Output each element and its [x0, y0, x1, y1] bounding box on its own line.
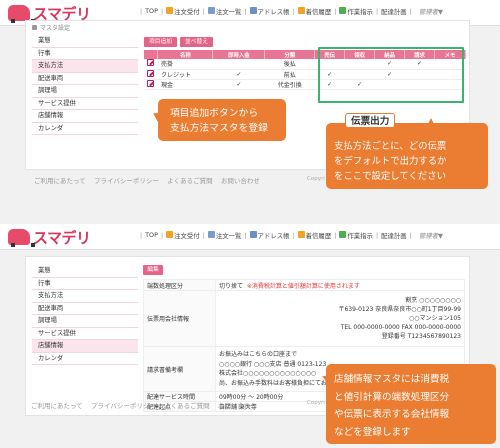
- sidebar-item-payment[interactable]: 支払方法: [32, 290, 138, 303]
- card-title: マスタ設定: [32, 23, 70, 32]
- footer-link-contact[interactable]: お問い合わせ: [221, 177, 260, 185]
- nav-order-receive[interactable]: 注文受付: [174, 231, 200, 240]
- sidebar-item-event[interactable]: 行事: [32, 47, 138, 60]
- nav-top[interactable]: TOP: [145, 231, 158, 240]
- nav-top[interactable]: TOP: [145, 7, 158, 16]
- sidebar-item-business-type[interactable]: 業態: [32, 35, 138, 48]
- table-row: 伝票用会社情報 割烹 ○○○○○○○○ 〒639-0123 奈良県奈良市○○町1…: [143, 290, 465, 347]
- sidebar-item-payment[interactable]: 支払方法: [32, 60, 138, 73]
- edit-icon[interactable]: [147, 79, 155, 87]
- car-logo-icon: [8, 229, 35, 247]
- user-menu[interactable]: 管理者▼: [419, 7, 443, 16]
- main-nav: | TOP | 注文受付 | 注文一覧 | アドレス帳 | 着信履歴 | 作業指示 | 配達計…: [140, 231, 443, 240]
- footer-links: ご利用にあたって プライバシーポリシー よくあるご質問 お問い合わせ: [34, 175, 260, 185]
- sidebar-item-vehicle[interactable]: 配送車両: [32, 302, 138, 315]
- footer-links: ご利用にあたって プライバシーポリシー よくあるご質問 お問い合わせ: [31, 400, 257, 410]
- sidebar-item-kitchen[interactable]: 調理場: [32, 315, 138, 328]
- nav-order-list[interactable]: 注文一覧: [216, 231, 242, 240]
- nav-work-instructions[interactable]: 作業指示: [347, 7, 373, 16]
- footer-link-privacy[interactable]: プライバシーポリシー: [91, 402, 156, 410]
- master-sidebar: 業態 行事 支払方法 配送車両 調理場 サービス提供 店舗情報 カレンダ: [32, 35, 138, 135]
- sidebar-item-business-type[interactable]: 業態: [32, 265, 138, 278]
- add-item-button[interactable]: 項目追加: [144, 37, 177, 47]
- nav-order-receive[interactable]: 注文受付: [174, 7, 200, 16]
- payment-master-screen: スマデリ | TOP | 注文受付 | 注文一覧 | アドレス帳 | 着信履歴 | 作業指示…: [0, 0, 500, 224]
- nav-address-book[interactable]: アドレス帳: [258, 7, 290, 16]
- list-icon: [207, 7, 215, 14]
- table-row: 端数処理区分 切り捨て ※消費税計算と値引額計算に使用されます: [143, 279, 465, 291]
- app-logo[interactable]: スマデリ: [8, 227, 91, 247]
- user-menu[interactable]: 管理者▼: [419, 231, 443, 240]
- footer-link-privacy[interactable]: プライバシーポリシー: [94, 177, 159, 185]
- sidebar-item-store-info[interactable]: 店舗情報: [32, 110, 138, 123]
- nav-order-list[interactable]: 注文一覧: [216, 7, 242, 16]
- sidebar-item-store-info[interactable]: 店舗情報: [32, 340, 138, 353]
- footer-link-terms[interactable]: ご利用にあたって: [31, 402, 83, 410]
- sidebar-item-calendar[interactable]: カレンダ: [32, 352, 138, 365]
- phone-icon: [297, 7, 305, 14]
- phone-icon: [297, 231, 305, 238]
- order-pen-icon: [166, 7, 174, 14]
- nav-delivery-plan[interactable]: 配達計画: [381, 7, 407, 16]
- logo-text: スマデリ: [33, 228, 91, 247]
- copyright: Copyri: [307, 176, 325, 182]
- top-navbar: スマデリ | TOP | 注文受付 | 注文一覧 | アドレス帳 | 着信履歴 | 作業指示…: [0, 224, 500, 250]
- footer-link-contact[interactable]: お問い合わせ: [218, 402, 257, 410]
- footer-link-terms[interactable]: ご利用にあたって: [34, 177, 86, 185]
- edit-button[interactable]: 編集: [143, 265, 163, 275]
- list-icon: [207, 231, 215, 238]
- footer-link-faq[interactable]: よくあるご質問: [167, 177, 213, 185]
- sidebar-item-vehicle[interactable]: 配送車両: [32, 72, 138, 85]
- nav-address-book[interactable]: アドレス帳: [258, 231, 290, 240]
- sidebar-item-calendar[interactable]: カレンダ: [32, 122, 138, 135]
- sidebar-item-service[interactable]: サービス提供: [32, 97, 138, 110]
- car-logo-icon: [8, 5, 35, 23]
- callout-slip-output-tag: 伝票出力: [345, 113, 396, 128]
- master-sidebar: 業態 行事 支払方法 配送車両 調理場 サービス提供 店舗情報 カレンダ: [32, 265, 138, 365]
- address-book-icon: [249, 7, 257, 14]
- slip-output-highlight: [318, 47, 464, 103]
- sidebar-item-kitchen[interactable]: 調理場: [32, 85, 138, 98]
- settings-icon: [32, 25, 37, 30]
- order-pen-icon: [166, 231, 174, 238]
- edit-icon[interactable]: [147, 69, 155, 77]
- footer-link-faq[interactable]: よくあるご質問: [164, 402, 210, 410]
- work-icon: [339, 231, 347, 238]
- callout-add-item: 項目追加ボタンから 支払方法マスタを登録: [158, 99, 286, 141]
- nav-call-history[interactable]: 着信履歴: [306, 7, 332, 16]
- edit-icon[interactable]: [147, 59, 155, 67]
- nav-work-instructions[interactable]: 作業指示: [347, 231, 373, 240]
- sidebar-item-event[interactable]: 行事: [32, 277, 138, 290]
- nav-call-history[interactable]: 着信履歴: [306, 231, 332, 240]
- copyright: Copyri: [307, 400, 325, 406]
- reorder-button[interactable]: 並べ替え: [180, 37, 213, 47]
- address-book-icon: [249, 231, 257, 238]
- callout-store-info: 店舗情報マスタには消費税 と値引計算の端数処理区分 や伝票に表示する会社情報 な…: [326, 364, 496, 444]
- nav-delivery-plan[interactable]: 配達計画: [381, 231, 407, 240]
- work-icon: [339, 7, 347, 14]
- callout-slip-output: 支払方法ごとに、どの伝票 をデフォルトで出力するか をここで設定してください: [326, 118, 488, 189]
- main-nav: | TOP | 注文受付 | 注文一覧 | アドレス帳 | 着信履歴 | 作業指示 | 配達計…: [140, 7, 443, 16]
- sidebar-item-service[interactable]: サービス提供: [32, 327, 138, 340]
